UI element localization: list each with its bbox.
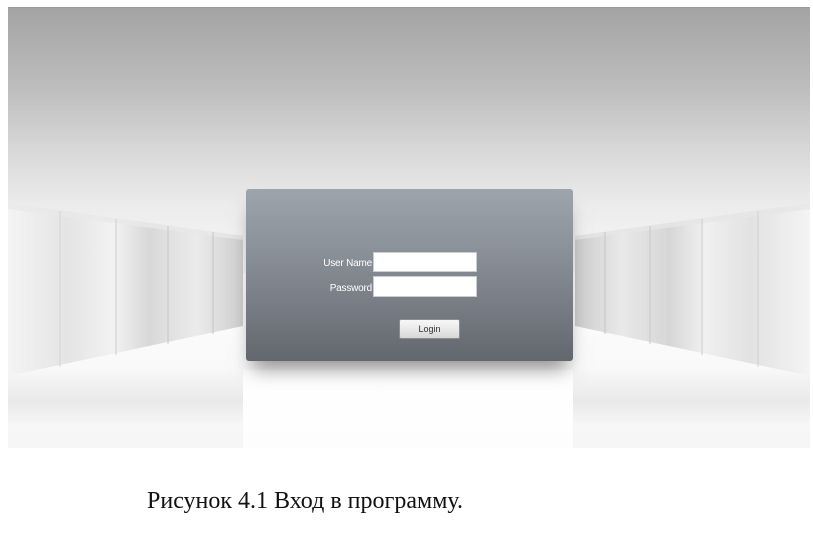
login-panel: User Name Password Login [246,189,573,361]
left-wall [8,203,243,376]
password-label: Password [329,283,373,294]
document-page: User Name Password Login Рисунок 4.1 Вхо… [0,0,813,539]
login-screen: User Name Password Login [8,7,810,448]
figure-caption: Рисунок 4.1 Вход в программу. [147,488,463,514]
password-input[interactable] [373,276,477,297]
username-input[interactable] [373,252,477,272]
login-button[interactable]: Login [399,319,460,339]
username-label: User Name [323,258,372,269]
right-wall [575,203,810,376]
